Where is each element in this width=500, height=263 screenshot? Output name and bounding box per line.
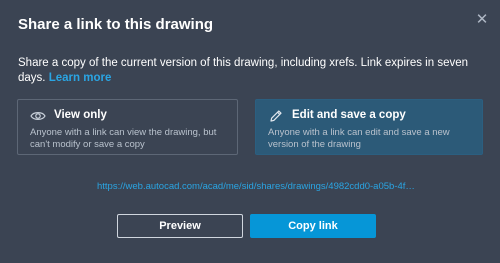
dialog-title: Share a link to this drawing	[18, 16, 214, 33]
view-only-option[interactable]: View only Anyone with a link can view th…	[17, 99, 238, 155]
view-only-title: View only	[54, 109, 107, 121]
share-dialog: Share a link to this drawing ✕ Share a c…	[0, 0, 500, 263]
preview-button[interactable]: Preview	[117, 214, 243, 238]
view-only-description: Anyone with a link can view the drawing,…	[30, 127, 217, 150]
copy-link-button[interactable]: Copy link	[250, 214, 376, 238]
dialog-description: Share a copy of the current version of t…	[18, 56, 488, 86]
learn-more-link[interactable]: Learn more	[49, 72, 112, 84]
view-only-header: View only	[30, 109, 107, 121]
edit-and-save-description: Anyone with a link can edit and save a n…	[268, 127, 450, 150]
edit-and-save-title: Edit and save a copy	[292, 109, 406, 121]
edit-and-save-option[interactable]: Edit and save a copy Anyone with a link …	[255, 99, 483, 155]
share-link-url[interactable]: https://web.autocad.com/acad/me/sid/shar…	[97, 181, 417, 192]
close-icon[interactable]: ✕	[474, 12, 490, 28]
eye-icon	[30, 109, 46, 121]
edit-and-save-header: Edit and save a copy	[268, 109, 406, 122]
pencil-icon	[268, 109, 284, 122]
